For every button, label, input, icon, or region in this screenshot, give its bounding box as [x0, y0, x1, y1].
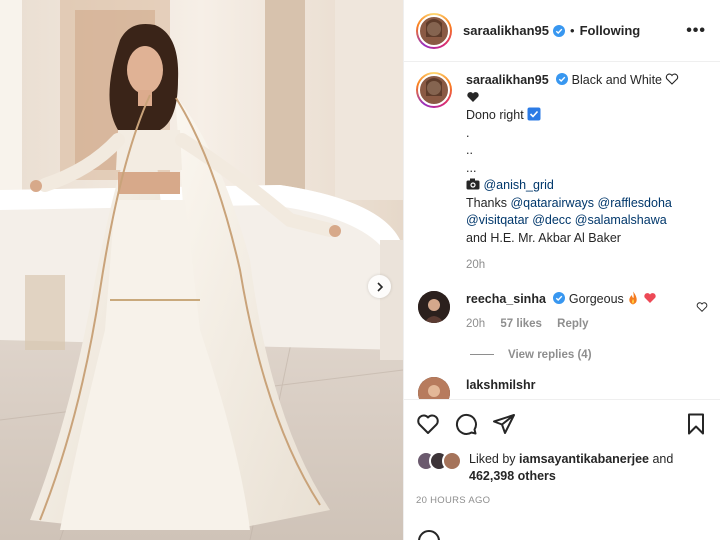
others-count[interactable]: 462,398 others — [469, 469, 556, 483]
black-heart-icon — [467, 91, 479, 102]
caption-author-avatar[interactable] — [416, 72, 452, 108]
replies-line — [470, 354, 494, 355]
caption-end-text: and H.E. Mr. Akbar Al Baker — [466, 230, 621, 245]
comment-time[interactable]: 20h — [466, 318, 485, 330]
posted-time[interactable]: 20 HOURS AGO — [416, 495, 708, 506]
like-comment-heart-icon[interactable] — [696, 301, 708, 313]
caption-meta: 20h — [466, 257, 701, 275]
chevron-right-icon — [376, 281, 383, 292]
post-photo[interactable] — [0, 0, 403, 540]
comment-item: reecha_sinha Gorgeous 20h 57 likes Reply — [416, 290, 708, 333]
next-photo-button[interactable] — [368, 275, 391, 298]
check-box-icon — [527, 107, 541, 121]
post-image — [0, 0, 403, 540]
white-heart-icon — [666, 73, 679, 85]
commenter-avatar[interactable] — [418, 290, 450, 323]
caption-dot-1: . — [466, 125, 470, 140]
comment-item: lakshmilshr — [416, 376, 708, 399]
liker-avatars[interactable] — [416, 451, 466, 471]
post-caption: saraalikhan95 Black and White Dono right — [416, 63, 708, 275]
commenter-avatar[interactable] — [418, 376, 450, 399]
more-options-button[interactable]: ••• — [686, 22, 706, 40]
mention-link[interactable]: @salamalshawa — [575, 213, 667, 227]
mention-link[interactable]: @decc — [532, 213, 571, 227]
mention-link[interactable]: @anish_grid — [483, 178, 553, 192]
comments-section[interactable]: saraalikhan95 Black and White Dono right — [404, 63, 720, 399]
caption-dot-2: .. — [466, 143, 473, 157]
mention-link[interactable]: @visitqatar — [466, 213, 529, 227]
bookmark-icon[interactable] — [684, 412, 708, 436]
mention-link[interactable]: @rafflesdoha — [598, 196, 672, 210]
verified-badge-icon — [553, 24, 566, 37]
caption-thanks: Thanks — [466, 195, 507, 210]
separator-dot: • — [570, 23, 575, 38]
comment-meta: 20h 57 likes Reply — [466, 316, 681, 333]
caption-dot-3: ... — [466, 160, 477, 175]
verified-badge-icon — [553, 291, 566, 304]
fire-icon — [629, 291, 637, 304]
caption-username[interactable]: saraalikhan95 — [466, 73, 549, 87]
post-actions: Liked by iamsayantikabanerjee and 462,39… — [404, 399, 720, 506]
caption-time[interactable]: 20h — [466, 259, 485, 271]
red-heart-icon — [644, 292, 656, 303]
verified-badge-icon — [556, 73, 569, 85]
commenter-username[interactable]: lakshmilshr — [466, 378, 535, 392]
author-avatar[interactable] — [416, 12, 452, 49]
caption-text-line1: Black and White — [571, 73, 662, 87]
liked-by-row: Liked by iamsayantikabanerjee and 462,39… — [416, 451, 708, 485]
liked-by-user[interactable]: iamsayantikabanerjee — [519, 452, 649, 466]
comment-icon[interactable] — [454, 412, 478, 436]
camera-icon — [466, 178, 480, 190]
commenter-username[interactable]: reecha_sinha — [466, 292, 546, 306]
liked-by-prefix: Liked by — [469, 452, 516, 466]
liked-by-and: and — [652, 452, 674, 466]
view-replies-button[interactable]: View replies (4) — [470, 349, 708, 361]
mention-link[interactable]: @qatarairways — [510, 196, 594, 210]
share-icon[interactable] — [492, 412, 516, 436]
heart-icon[interactable] — [416, 412, 440, 436]
post-header: saraalikhan95 • Following ••• — [404, 0, 720, 62]
post-side-panel: saraalikhan95 • Following ••• saraalikha… — [403, 0, 720, 540]
view-replies-label: View replies (4) — [508, 348, 592, 361]
following-button[interactable]: Following — [580, 23, 641, 38]
comment-text: Gorgeous — [568, 291, 624, 306]
emoji-icon[interactable] — [418, 530, 440, 540]
comment-reply-button[interactable]: Reply — [557, 318, 588, 330]
caption-text-line2: Dono right — [466, 108, 524, 122]
author-username[interactable]: saraalikhan95 — [463, 23, 549, 38]
comment-likes[interactable]: 57 likes — [500, 318, 542, 330]
